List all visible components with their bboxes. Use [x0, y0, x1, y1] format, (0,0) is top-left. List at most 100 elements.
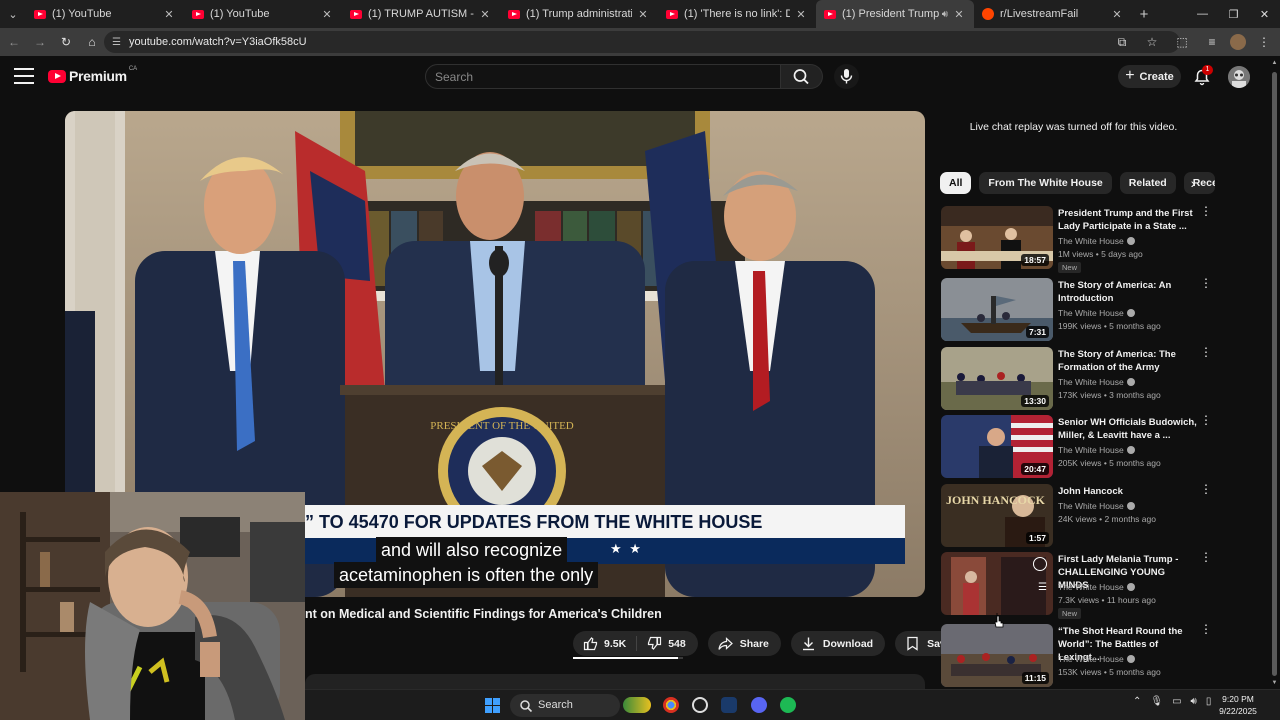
video-thumbnail[interactable]: JOHN HANCOCK 1:57 [941, 484, 1053, 547]
recommendation-title[interactable]: Senior WH Officials Budowich, Miller, & … [1058, 416, 1198, 442]
dislike-button[interactable]: 548 [637, 636, 698, 651]
taskbar-search[interactable]: Search [510, 694, 620, 717]
address-bar[interactable]: ☰ youtube.com/watch?v=Y3iaOfk58cU [104, 31, 1180, 53]
browser-tab[interactable]: (1) YouTube ✕ [26, 0, 184, 28]
browser-tab[interactable]: (1) YouTube ✕ [184, 0, 342, 28]
taskbar-clock[interactable]: 9:20 PM 9/22/2025 [1208, 693, 1268, 717]
channel-name[interactable]: The White House [1058, 654, 1135, 664]
guide-menu-icon[interactable] [14, 68, 34, 84]
chip-all[interactable]: All [940, 172, 972, 194]
chevron-right-icon[interactable]: › [1183, 172, 1203, 194]
windows-start-icon[interactable] [485, 698, 500, 713]
account-avatar[interactable] [1228, 66, 1250, 88]
scroll-down-icon[interactable]: ▼ [1271, 680, 1278, 686]
more-options-icon[interactable]: ⋮ [1200, 414, 1212, 426]
speaker-icon[interactable]: 🔊︎ [942, 9, 948, 20]
browser-tab-active[interactable]: (1) President Trump Makes 🔊︎ ✕ [816, 0, 974, 28]
close-window-icon[interactable]: ✕ [1249, 0, 1280, 28]
steam-icon[interactable] [721, 697, 737, 713]
back-icon[interactable]: ← [2, 30, 26, 54]
voice-search-button[interactable] [834, 64, 859, 89]
close-tab-icon[interactable]: ✕ [162, 8, 176, 21]
recommendation-item[interactable]: 7:31 The Story of America: An Introducti… [941, 277, 1212, 342]
video-thumbnail[interactable]: ☰ [941, 552, 1053, 615]
more-options-icon[interactable]: ⋮ [1200, 205, 1212, 217]
recommendation-item[interactable]: 11:15 “The Shot Heard Round the World”: … [941, 623, 1212, 688]
chip-related[interactable]: Related [1119, 172, 1176, 194]
video-thumbnail[interactable]: 18:57 [941, 206, 1053, 269]
queue-overlay-icon[interactable]: ☰ [1038, 582, 1047, 593]
notifications-button[interactable]: 1 [1190, 65, 1214, 89]
more-options-icon[interactable]: ⋮ [1200, 346, 1212, 358]
recommendation-item[interactable]: 20:47 Senior WH Officials Budowich, Mill… [941, 414, 1212, 479]
channel-name[interactable]: The White House [1058, 377, 1135, 387]
more-options-icon[interactable]: ⋮ [1200, 277, 1212, 289]
network-icon[interactable]: ▭ [1172, 696, 1181, 707]
share-button[interactable]: Share [707, 631, 781, 656]
youtube-premium-logo[interactable]: Premium CA [48, 66, 137, 84]
reload-icon[interactable]: ↻ [54, 30, 78, 54]
video-thumbnail[interactable]: 7:31 [941, 278, 1053, 341]
close-tab-icon[interactable]: ✕ [794, 8, 808, 21]
obs-icon[interactable] [692, 697, 708, 713]
recommendation-title[interactable]: President Trump and the First Lady Parti… [1058, 207, 1198, 233]
browser-tab[interactable]: r/LivestreamFail ✕ [974, 0, 1132, 28]
browser-tab[interactable]: (1) 'There is no link': Doctor reb ✕ [658, 0, 816, 28]
microphone-tray-icon[interactable]: 🎙︎ [1150, 696, 1163, 707]
like-button[interactable]: 9.5K [583, 636, 638, 651]
video-thumbnail[interactable]: 13:30 [941, 347, 1053, 410]
browser-tab[interactable]: (1) Trump administration repor ✕ [500, 0, 658, 28]
search-input[interactable]: Search [425, 64, 781, 89]
bookmark-star-icon[interactable]: ☆ [1140, 32, 1164, 52]
recommendation-item[interactable]: ☰ First Lady Melania Trump - CHALLENGING… [941, 551, 1212, 619]
close-tab-icon[interactable]: ✕ [1110, 8, 1124, 21]
spotify-icon[interactable] [780, 697, 796, 713]
browser-tab[interactable]: (1) TRUMP AUTISM - YouTube ✕ [342, 0, 500, 28]
video-thumbnail[interactable]: 20:47 [941, 415, 1053, 478]
restore-icon[interactable]: ❐ [1218, 0, 1249, 28]
media-controls-icon[interactable]: ≡ [1200, 32, 1224, 52]
video-thumbnail[interactable]: 11:15 [941, 624, 1053, 687]
discord-icon[interactable] [751, 697, 767, 713]
minimize-icon[interactable]: — [1187, 0, 1218, 28]
forward-icon[interactable]: → [28, 30, 52, 54]
clock-overlay-icon[interactable] [1033, 557, 1047, 571]
chrome-menu-icon[interactable]: ⋮ [1252, 32, 1276, 52]
chrome-icon[interactable] [663, 697, 679, 713]
channel-name[interactable]: The White House [1058, 308, 1135, 318]
recommendation-title[interactable]: John Hancock [1058, 485, 1198, 498]
close-tab-icon[interactable]: ✕ [478, 8, 492, 21]
page-scrollbar[interactable]: ▲ ▼ [1271, 60, 1278, 688]
new-tab-icon[interactable]: + [1132, 6, 1156, 23]
close-tab-icon[interactable]: ✕ [952, 8, 966, 21]
profile-avatar[interactable] [1230, 34, 1246, 50]
more-options-icon[interactable]: ⋮ [1200, 623, 1212, 635]
more-options-icon[interactable]: ⋮ [1200, 551, 1212, 563]
install-app-icon[interactable]: ⧉ [1110, 32, 1134, 52]
close-tab-icon[interactable]: ✕ [636, 8, 650, 21]
scrollbar-thumb[interactable] [1272, 72, 1277, 676]
download-button[interactable]: Download [790, 631, 886, 656]
recommendation-item[interactable]: 13:30 The Story of America: The Formatio… [941, 346, 1212, 411]
extensions-icon[interactable]: ⬚ [1170, 32, 1194, 52]
recommendation-item[interactable]: JOHN HANCOCK 1:57 John Hancock The White… [941, 483, 1212, 548]
search-button[interactable] [781, 64, 823, 89]
recommendation-title[interactable]: The Story of America: An Introduction [1058, 279, 1198, 305]
scroll-up-icon[interactable]: ▲ [1271, 60, 1278, 66]
channel-name[interactable]: The White House [1058, 582, 1135, 592]
close-tab-icon[interactable]: ✕ [320, 8, 334, 21]
channel-name[interactable]: The White House [1058, 445, 1135, 455]
tab-search-icon[interactable]: ⌄ [0, 0, 26, 28]
channel-name[interactable]: The White House [1058, 236, 1135, 246]
chip-from-the-white-house[interactable]: From The White House [979, 172, 1112, 194]
tray-overflow-icon[interactable]: ⌃ [1133, 696, 1141, 707]
volume-icon[interactable]: 🔊︎ [1191, 696, 1197, 707]
widgets-icon[interactable] [623, 697, 651, 713]
home-icon[interactable]: ⌂ [80, 30, 104, 54]
create-button[interactable]: + Create [1118, 65, 1181, 88]
recommendation-item[interactable]: 18:57 President Trump and the First Lady… [941, 205, 1212, 273]
site-info-icon[interactable]: ☰ [112, 37, 121, 48]
more-options-icon[interactable]: ⋮ [1200, 483, 1212, 495]
recommendation-title[interactable]: The Story of America: The Formation of t… [1058, 348, 1198, 374]
channel-name[interactable]: The White House [1058, 501, 1135, 511]
